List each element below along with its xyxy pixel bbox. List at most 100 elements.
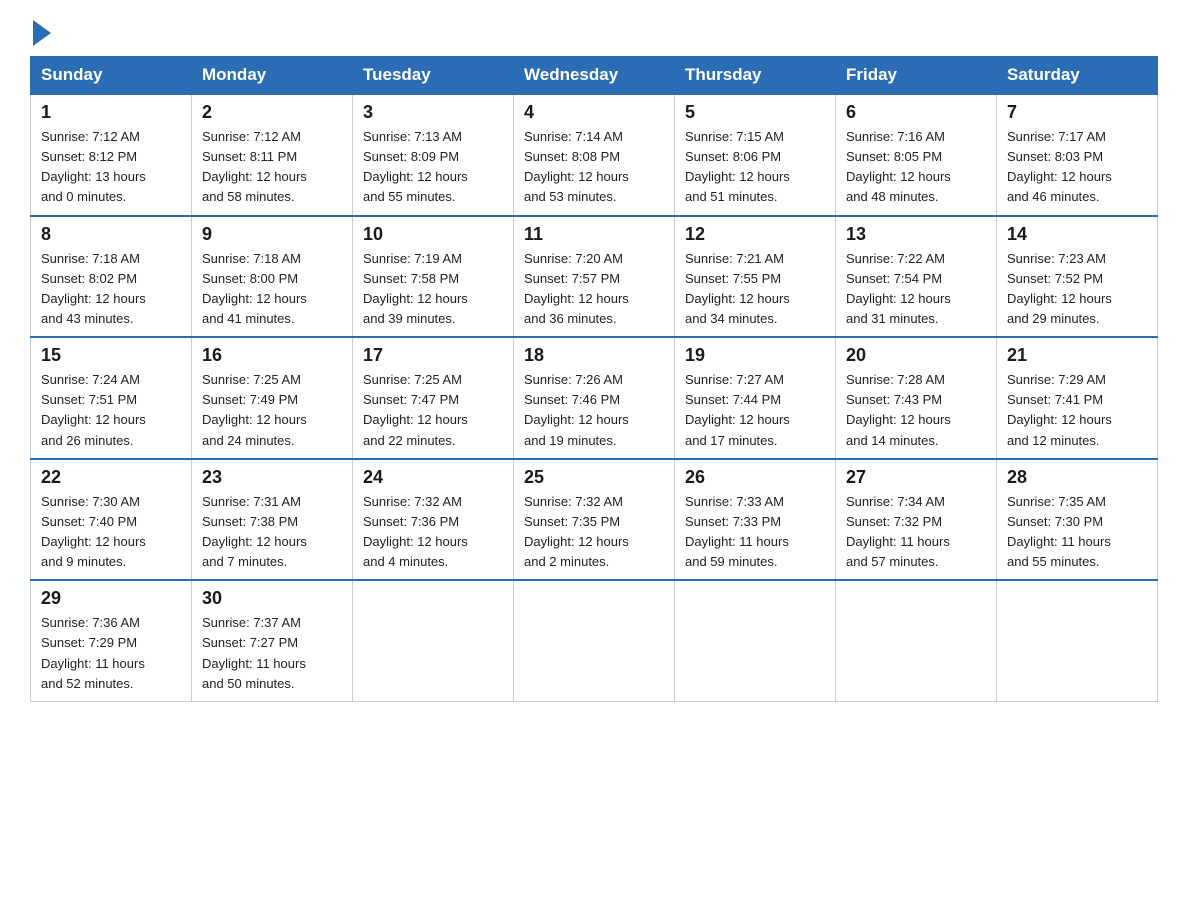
calendar-cell: 2 Sunrise: 7:12 AMSunset: 8:11 PMDaylight… <box>192 94 353 216</box>
logo-arrow-icon <box>33 20 51 46</box>
day-number: 2 <box>202 102 342 123</box>
weekday-header-sunday: Sunday <box>31 57 192 95</box>
day-info: Sunrise: 7:13 AMSunset: 8:09 PMDaylight:… <box>363 127 503 208</box>
calendar-cell: 9 Sunrise: 7:18 AMSunset: 8:00 PMDaylight… <box>192 216 353 338</box>
calendar-cell <box>997 580 1158 701</box>
calendar-cell: 4 Sunrise: 7:14 AMSunset: 8:08 PMDaylight… <box>514 94 675 216</box>
day-info: Sunrise: 7:15 AMSunset: 8:06 PMDaylight:… <box>685 127 825 208</box>
calendar-week-1: 1 Sunrise: 7:12 AMSunset: 8:12 PMDaylight… <box>31 94 1158 216</box>
day-info: Sunrise: 7:31 AMSunset: 7:38 PMDaylight:… <box>202 492 342 573</box>
calendar-cell: 12 Sunrise: 7:21 AMSunset: 7:55 PMDayligh… <box>675 216 836 338</box>
calendar-cell: 3Sunrise: 7:13 AMSunset: 8:09 PMDaylight… <box>353 94 514 216</box>
calendar-cell: 19 Sunrise: 7:27 AMSunset: 7:44 PMDayligh… <box>675 337 836 459</box>
day-number: 29 <box>41 588 181 609</box>
day-info: Sunrise: 7:32 AMSunset: 7:36 PMDaylight:… <box>363 492 503 573</box>
day-number: 13 <box>846 224 986 245</box>
day-number: 24 <box>363 467 503 488</box>
day-number: 17 <box>363 345 503 366</box>
calendar-cell: 7 Sunrise: 7:17 AMSunset: 8:03 PMDaylight… <box>997 94 1158 216</box>
calendar-cell: 10Sunrise: 7:19 AMSunset: 7:58 PMDayligh… <box>353 216 514 338</box>
day-number: 16 <box>202 345 342 366</box>
calendar-cell: 13 Sunrise: 7:22 AMSunset: 7:54 PMDayligh… <box>836 216 997 338</box>
day-info: Sunrise: 7:16 AMSunset: 8:05 PMDaylight:… <box>846 127 986 208</box>
logo <box>30 20 51 38</box>
weekday-header-wednesday: Wednesday <box>514 57 675 95</box>
calendar-cell: 20Sunrise: 7:28 AMSunset: 7:43 PMDayligh… <box>836 337 997 459</box>
day-number: 30 <box>202 588 342 609</box>
calendar-cell: 21 Sunrise: 7:29 AMSunset: 7:41 PMDayligh… <box>997 337 1158 459</box>
day-info: Sunrise: 7:14 AMSunset: 8:08 PMDaylight:… <box>524 127 664 208</box>
calendar-cell: 25 Sunrise: 7:32 AMSunset: 7:35 PMDayligh… <box>514 459 675 581</box>
day-info: Sunrise: 7:36 AMSunset: 7:29 PMDaylight:… <box>41 613 181 694</box>
day-info: Sunrise: 7:25 AMSunset: 7:47 PMDaylight:… <box>363 370 503 451</box>
day-info: Sunrise: 7:37 AMSunset: 7:27 PMDaylight:… <box>202 613 342 694</box>
calendar-cell: 29 Sunrise: 7:36 AMSunset: 7:29 PMDayligh… <box>31 580 192 701</box>
calendar-cell: 8 Sunrise: 7:18 AMSunset: 8:02 PMDaylight… <box>31 216 192 338</box>
day-number: 12 <box>685 224 825 245</box>
day-info: Sunrise: 7:30 AMSunset: 7:40 PMDaylight:… <box>41 492 181 573</box>
calendar-cell: 26 Sunrise: 7:33 AMSunset: 7:33 PMDayligh… <box>675 459 836 581</box>
day-number: 5 <box>685 102 825 123</box>
day-number: 21 <box>1007 345 1147 366</box>
day-info: Sunrise: 7:35 AMSunset: 7:30 PMDaylight:… <box>1007 492 1147 573</box>
day-number: 26 <box>685 467 825 488</box>
day-number: 20 <box>846 345 986 366</box>
day-number: 4 <box>524 102 664 123</box>
weekday-header-saturday: Saturday <box>997 57 1158 95</box>
day-info: Sunrise: 7:18 AMSunset: 8:02 PMDaylight:… <box>41 249 181 330</box>
day-info: Sunrise: 7:24 AMSunset: 7:51 PMDaylight:… <box>41 370 181 451</box>
calendar-week-4: 22Sunrise: 7:30 AMSunset: 7:40 PMDayligh… <box>31 459 1158 581</box>
calendar-week-5: 29 Sunrise: 7:36 AMSunset: 7:29 PMDayligh… <box>31 580 1158 701</box>
calendar-cell: 6Sunrise: 7:16 AMSunset: 8:05 PMDaylight… <box>836 94 997 216</box>
day-number: 27 <box>846 467 986 488</box>
calendar-cell <box>514 580 675 701</box>
day-number: 14 <box>1007 224 1147 245</box>
calendar-cell: 23 Sunrise: 7:31 AMSunset: 7:38 PMDayligh… <box>192 459 353 581</box>
day-info: Sunrise: 7:18 AMSunset: 8:00 PMDaylight:… <box>202 249 342 330</box>
calendar-cell: 18 Sunrise: 7:26 AMSunset: 7:46 PMDayligh… <box>514 337 675 459</box>
calendar-cell <box>353 580 514 701</box>
calendar-cell: 24 Sunrise: 7:32 AMSunset: 7:36 PMDayligh… <box>353 459 514 581</box>
day-info: Sunrise: 7:32 AMSunset: 7:35 PMDaylight:… <box>524 492 664 573</box>
calendar-week-2: 8 Sunrise: 7:18 AMSunset: 8:02 PMDaylight… <box>31 216 1158 338</box>
calendar-week-3: 15Sunrise: 7:24 AMSunset: 7:51 PMDayligh… <box>31 337 1158 459</box>
day-info: Sunrise: 7:17 AMSunset: 8:03 PMDaylight:… <box>1007 127 1147 208</box>
day-info: Sunrise: 7:26 AMSunset: 7:46 PMDaylight:… <box>524 370 664 451</box>
calendar-cell: 15Sunrise: 7:24 AMSunset: 7:51 PMDayligh… <box>31 337 192 459</box>
calendar-cell <box>675 580 836 701</box>
calendar-cell: 5 Sunrise: 7:15 AMSunset: 8:06 PMDaylight… <box>675 94 836 216</box>
day-info: Sunrise: 7:25 AMSunset: 7:49 PMDaylight:… <box>202 370 342 451</box>
day-number: 25 <box>524 467 664 488</box>
day-info: Sunrise: 7:33 AMSunset: 7:33 PMDaylight:… <box>685 492 825 573</box>
day-info: Sunrise: 7:27 AMSunset: 7:44 PMDaylight:… <box>685 370 825 451</box>
day-info: Sunrise: 7:19 AMSunset: 7:58 PMDaylight:… <box>363 249 503 330</box>
day-number: 19 <box>685 345 825 366</box>
day-number: 28 <box>1007 467 1147 488</box>
day-number: 9 <box>202 224 342 245</box>
calendar-cell: 1 Sunrise: 7:12 AMSunset: 8:12 PMDaylight… <box>31 94 192 216</box>
calendar-cell: 14 Sunrise: 7:23 AMSunset: 7:52 PMDayligh… <box>997 216 1158 338</box>
calendar-cell: 30 Sunrise: 7:37 AMSunset: 7:27 PMDayligh… <box>192 580 353 701</box>
day-info: Sunrise: 7:21 AMSunset: 7:55 PMDaylight:… <box>685 249 825 330</box>
day-number: 1 <box>41 102 181 123</box>
day-number: 23 <box>202 467 342 488</box>
page-header <box>30 20 1158 38</box>
day-info: Sunrise: 7:20 AMSunset: 7:57 PMDaylight:… <box>524 249 664 330</box>
calendar-cell: 11 Sunrise: 7:20 AMSunset: 7:57 PMDayligh… <box>514 216 675 338</box>
day-info: Sunrise: 7:12 AMSunset: 8:11 PMDaylight:… <box>202 127 342 208</box>
day-number: 7 <box>1007 102 1147 123</box>
day-info: Sunrise: 7:29 AMSunset: 7:41 PMDaylight:… <box>1007 370 1147 451</box>
weekday-header-thursday: Thursday <box>675 57 836 95</box>
day-number: 18 <box>524 345 664 366</box>
day-number: 8 <box>41 224 181 245</box>
day-info: Sunrise: 7:12 AMSunset: 8:12 PMDaylight:… <box>41 127 181 208</box>
day-number: 11 <box>524 224 664 245</box>
calendar-cell: 17 Sunrise: 7:25 AMSunset: 7:47 PMDayligh… <box>353 337 514 459</box>
calendar-cell: 16 Sunrise: 7:25 AMSunset: 7:49 PMDayligh… <box>192 337 353 459</box>
calendar-cell <box>836 580 997 701</box>
calendar-cell: 22Sunrise: 7:30 AMSunset: 7:40 PMDayligh… <box>31 459 192 581</box>
day-info: Sunrise: 7:23 AMSunset: 7:52 PMDaylight:… <box>1007 249 1147 330</box>
day-info: Sunrise: 7:22 AMSunset: 7:54 PMDaylight:… <box>846 249 986 330</box>
calendar-header-row: SundayMondayTuesdayWednesdayThursdayFrid… <box>31 57 1158 95</box>
weekday-header-monday: Monday <box>192 57 353 95</box>
